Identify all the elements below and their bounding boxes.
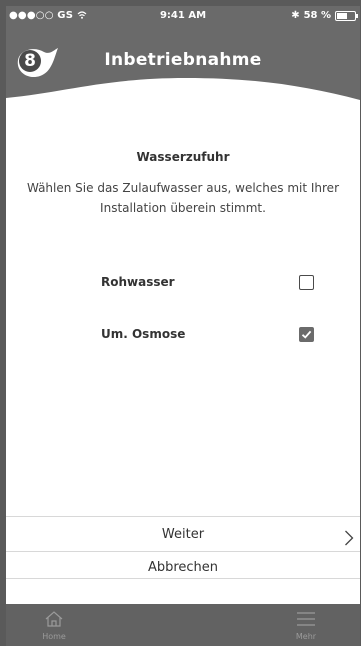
home-icon bbox=[45, 611, 63, 627]
status-right: ✱ 58 % bbox=[291, 10, 358, 21]
check-icon bbox=[301, 330, 312, 339]
checkbox-rohwasser[interactable] bbox=[299, 275, 314, 290]
header: ●●●○○ GS 9:41 AM ✱ 58 % 8 Inbetriebnahme bbox=[6, 6, 360, 106]
divider bbox=[6, 516, 360, 517]
next-button[interactable]: Weiter bbox=[6, 519, 360, 551]
page-title: Inbetriebnahme bbox=[104, 50, 262, 70]
battery-icon bbox=[335, 10, 358, 21]
checkbox-um-osmose[interactable] bbox=[299, 327, 314, 342]
bluetooth-icon: ✱ bbox=[291, 10, 300, 21]
tab-more[interactable]: Mehr bbox=[286, 610, 326, 641]
app-screen: ●●●○○ GS 9:41 AM ✱ 58 % 8 Inbetriebnahme… bbox=[6, 6, 360, 646]
option-label-rohwasser: Rohwasser bbox=[101, 275, 175, 289]
tab-more-label: Mehr bbox=[295, 632, 317, 641]
cancel-button[interactable]: Abbrechen bbox=[6, 552, 360, 584]
next-button-label: Weiter bbox=[161, 527, 205, 542]
tab-home-label: Home bbox=[42, 632, 66, 641]
option-label-um-osmose: Um. Osmose bbox=[101, 327, 186, 341]
tab-home[interactable]: Home bbox=[34, 610, 74, 641]
cancel-button-label: Abbrechen bbox=[147, 560, 219, 575]
divider bbox=[6, 578, 360, 579]
section-title: Wasserzufuhr bbox=[136, 150, 230, 164]
tab-bar: Home Mehr bbox=[6, 604, 360, 646]
battery-percent: 58 % bbox=[303, 10, 331, 21]
section-description: Wählen Sie das Zulaufwasser aus, welches… bbox=[26, 181, 339, 215]
menu-icon bbox=[297, 612, 315, 626]
status-bar: ●●●○○ GS 9:41 AM ✱ 58 % bbox=[6, 10, 360, 26]
